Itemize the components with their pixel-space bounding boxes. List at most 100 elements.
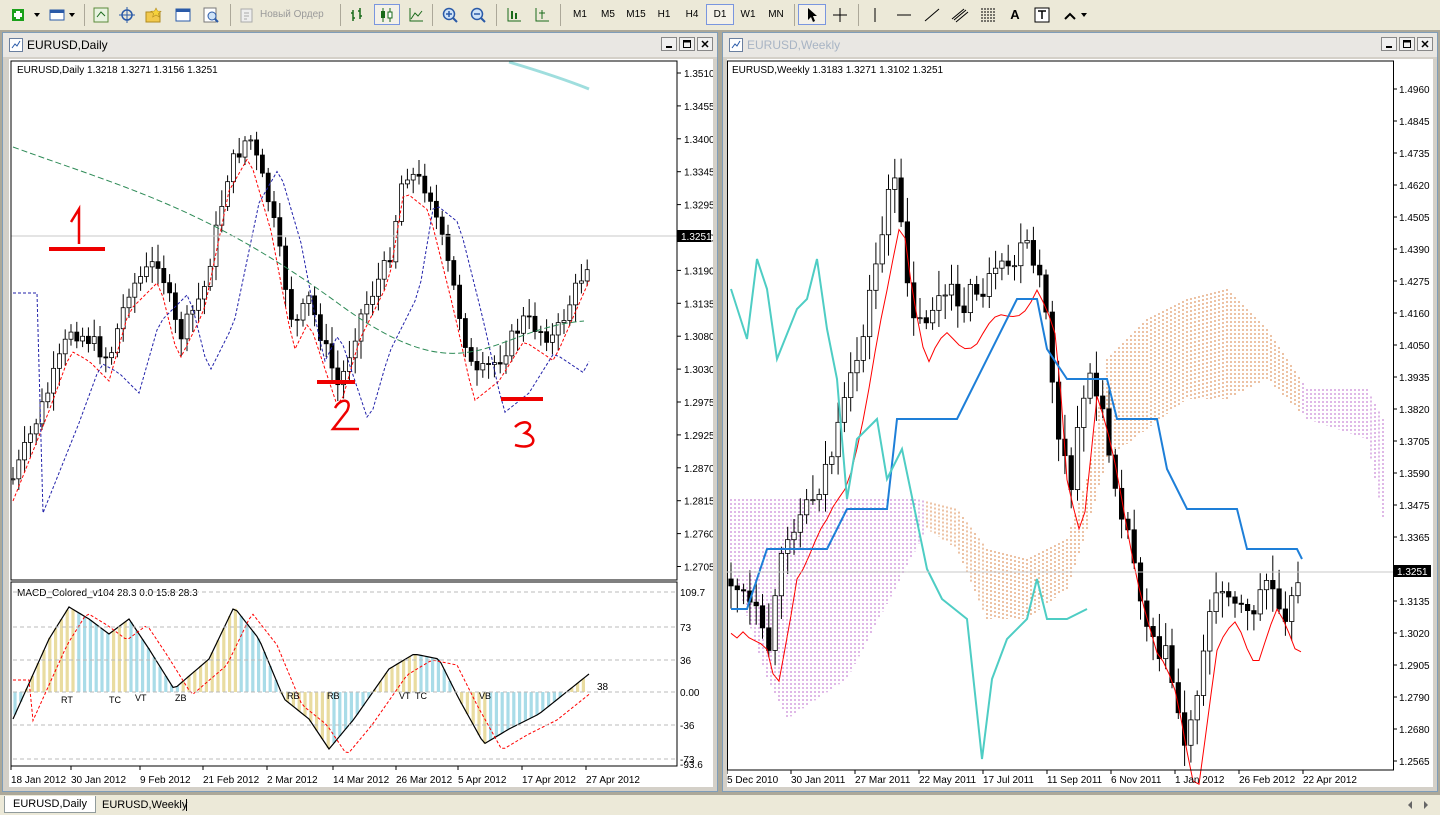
candle-body	[956, 284, 960, 306]
window-icon	[175, 7, 191, 23]
market-watch-button[interactable]	[90, 4, 112, 25]
crosshair-tool[interactable]	[828, 4, 852, 25]
minimize-button[interactable]	[1381, 37, 1397, 51]
fibonacci-tool[interactable]	[976, 4, 1000, 25]
price-tick-label: 1.2870	[684, 464, 713, 475]
timeframe-w1[interactable]: W1	[734, 4, 762, 25]
price-tick-label: 1.3590	[1399, 469, 1430, 480]
new-chart-icon	[10, 7, 44, 23]
candle-body	[504, 356, 508, 364]
candle-body	[1082, 398, 1086, 427]
candle-body	[52, 368, 56, 393]
cursor-tool[interactable]	[798, 4, 826, 25]
tab-eurusd-weekly[interactable]: EURUSD,Weekly	[94, 796, 195, 813]
weekly-last-price: 1.3251	[1397, 567, 1428, 578]
minimize-icon	[665, 40, 673, 48]
daily-chart-area[interactable]: EURUSD,Daily 1.3218 1.3271 1.3156 1.3251…	[9, 59, 713, 787]
candle-body	[521, 316, 525, 333]
horizontal-line-tool[interactable]	[892, 4, 916, 25]
timeframe-m15[interactable]: M15	[622, 4, 650, 25]
zoom-out-button[interactable]	[466, 4, 490, 25]
candle-body	[767, 628, 771, 651]
daily-titlebar[interactable]: EURUSD,Daily	[3, 33, 717, 57]
minimize-button[interactable]	[661, 37, 677, 51]
macd-histogram-bar	[512, 692, 515, 727]
close-button[interactable]	[1417, 37, 1433, 51]
timeframe-m1[interactable]: M1	[566, 4, 594, 25]
price-tick-label: 1.4620	[1399, 181, 1430, 192]
timeframe-label: H1	[658, 9, 671, 20]
toolbar-separator	[496, 4, 497, 26]
price-tick-label: 1.3400	[684, 135, 713, 146]
timeframe-m5[interactable]: M5	[594, 4, 622, 25]
arrows-tool[interactable]	[1060, 4, 1090, 25]
price-tick-label: 1.3345	[684, 168, 713, 179]
bar-chart-button[interactable]	[346, 4, 370, 25]
candle-body	[867, 290, 871, 336]
candle-body	[1296, 583, 1300, 596]
candle-body	[98, 337, 102, 357]
zoom-in-button[interactable]	[438, 4, 462, 25]
candle-body	[255, 140, 259, 155]
timeframe-mn[interactable]: MN	[762, 4, 790, 25]
candle-body	[260, 155, 264, 173]
candle-body	[849, 373, 853, 398]
daily-last-price: 1.3251	[681, 232, 712, 243]
candle-body	[574, 283, 578, 305]
price-tick-label: 1.3030	[684, 365, 713, 376]
new-order-button[interactable]: Новый Ордер	[238, 4, 334, 25]
line-chart-button[interactable]	[404, 4, 428, 25]
candlestick-button[interactable]	[374, 4, 400, 25]
vertical-line-icon	[867, 7, 883, 23]
price-tick-label: 1.4275	[1399, 277, 1430, 288]
equidistant-channel-tool[interactable]	[948, 4, 972, 25]
daily-info: EURUSD,Daily 1.3218 1.3271 1.3156 1.3251	[17, 65, 218, 76]
navigator-button[interactable]	[116, 4, 138, 25]
timeframe-label: D1	[714, 9, 727, 20]
macd-histogram-bar	[263, 652, 266, 692]
daily-chart-window[interactable]: EURUSD,Daily EURUSD,Daily 1.3218 1.3271 …	[2, 32, 718, 792]
macd-histogram-bar	[582, 678, 585, 692]
macd-histogram-bar	[547, 692, 550, 706]
timeframe-h1[interactable]: H1	[650, 4, 678, 25]
tab-eurusd-daily[interactable]: EURUSD,Daily	[4, 796, 96, 813]
timeframe-d1[interactable]: D1	[706, 4, 734, 25]
macd-tick-label: 109.7	[680, 588, 705, 599]
price-tick-label: 1.4390	[1399, 245, 1430, 256]
candle-body	[498, 363, 502, 365]
macd-tick-label: 73	[680, 623, 692, 634]
tab-scroll-right[interactable]	[1414, 796, 1438, 813]
strategy-tester-button[interactable]	[200, 4, 222, 25]
terminal-button[interactable]	[172, 4, 194, 25]
chart-shift-button[interactable]	[530, 4, 554, 25]
candle-body	[804, 500, 808, 515]
crosshair-move-icon	[119, 7, 135, 23]
favorites-button[interactable]	[142, 4, 166, 25]
text-label-tool[interactable]	[1030, 4, 1054, 25]
macd-histogram-bar	[303, 692, 306, 716]
profiles-button[interactable]	[48, 4, 78, 25]
close-button[interactable]	[697, 37, 713, 51]
weekly-titlebar[interactable]: EURUSD,Weekly	[723, 33, 1437, 57]
macd-histogram-bar	[187, 676, 190, 692]
candle-body	[434, 201, 438, 217]
macd-histogram-bar	[495, 692, 498, 737]
weekly-chart-svg: EURUSD,Weekly 1.3183 1.3271 1.3102 1.325…	[727, 59, 1433, 787]
candle-body	[943, 295, 947, 296]
candle-body	[1164, 646, 1168, 659]
text-tool[interactable]: A	[1004, 4, 1026, 25]
weekly-chart-area[interactable]: EURUSD,Weekly 1.3183 1.3271 1.3102 1.325…	[727, 59, 1433, 787]
candle-body	[545, 332, 549, 343]
candle-body	[46, 393, 50, 402]
auto-scroll-button[interactable]	[502, 4, 526, 25]
date-tick-label: 11 Sep 2011	[1047, 775, 1103, 786]
maximize-button[interactable]	[1399, 37, 1415, 51]
price-tick-label: 1.2975	[684, 398, 713, 409]
maximize-button[interactable]	[679, 37, 695, 51]
candle-body	[231, 154, 235, 182]
new-chart-button[interactable]	[8, 4, 46, 25]
weekly-chart-window[interactable]: EURUSD,Weekly EURUSD,Weekly 1.3183 1.327…	[722, 32, 1438, 792]
timeframe-h4[interactable]: H4	[678, 4, 706, 25]
vertical-line-tool[interactable]	[864, 4, 886, 25]
trendline-tool[interactable]	[920, 4, 944, 25]
